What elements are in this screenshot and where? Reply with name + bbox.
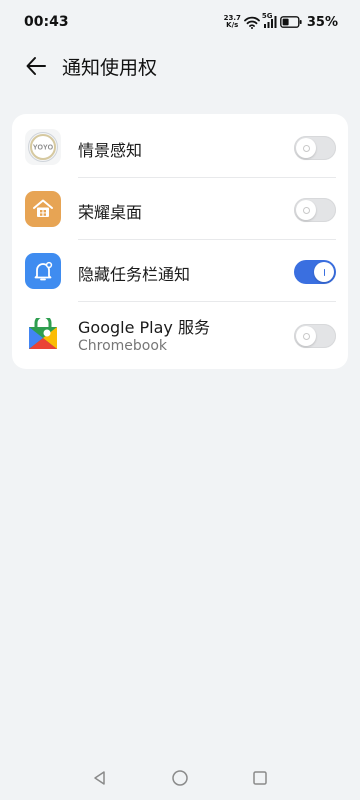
- back-arrow-icon: [26, 57, 46, 75]
- status-bar: 00:43 23.7 K/s 5G 35%: [0, 0, 360, 44]
- google-play-services-icon: [25, 317, 61, 353]
- list-item[interactable]: YOYO 情景感知: [12, 116, 348, 178]
- toggle-knob: [296, 200, 316, 220]
- toggle-knob: [314, 262, 334, 282]
- app-name: 隐藏任务栏通知: [78, 265, 191, 284]
- app-name: 荣耀桌面: [78, 203, 143, 222]
- toggle-knob: [296, 326, 316, 346]
- navigation-bar: [0, 756, 360, 800]
- battery-icon: [279, 16, 302, 28]
- cellular-signal-icon: 5G: [262, 12, 277, 28]
- network-speed-unit: K/s: [226, 21, 239, 29]
- square-recents-icon: [253, 771, 267, 785]
- network-speed: 23.7 K/s: [224, 15, 241, 29]
- app-subtitle: Chromebook: [78, 338, 168, 354]
- svg-text:YOYO: YOYO: [33, 145, 54, 152]
- nav-back-button[interactable]: [90, 768, 110, 788]
- app-name: 情景感知: [78, 141, 143, 160]
- back-button[interactable]: [22, 52, 50, 80]
- app-list-card: YOYO 情景感知 荣耀桌面 隐藏任务栏通知 Google Play 服务 Ch…: [12, 114, 348, 369]
- page-title: 通知使用权: [62, 57, 158, 79]
- home-icon: [25, 191, 61, 227]
- notification-toggle[interactable]: [294, 260, 336, 284]
- circle-home-icon: [172, 770, 188, 786]
- wifi-icon: [243, 16, 260, 29]
- status-icons: 23.7 K/s 5G 35%: [224, 12, 338, 30]
- list-item[interactable]: Google Play 服务 Chromebook: [12, 302, 348, 368]
- notification-toggle[interactable]: [294, 136, 336, 160]
- nav-home-button[interactable]: [170, 768, 190, 788]
- yoyo-icon: YOYO: [25, 129, 61, 165]
- network-type-label: 5G: [261, 12, 273, 20]
- battery-percentage: 35%: [306, 14, 338, 30]
- triangle-back-icon: [94, 771, 105, 785]
- toggle-knob: [296, 138, 316, 158]
- list-item[interactable]: 荣耀桌面: [12, 178, 348, 240]
- notification-toggle[interactable]: [294, 324, 336, 348]
- header: 通知使用权: [0, 44, 360, 88]
- bell-icon: [25, 253, 61, 289]
- app-name: Google Play 服务: [78, 318, 210, 337]
- notification-toggle[interactable]: [294, 198, 336, 222]
- list-item[interactable]: 隐藏任务栏通知: [12, 240, 348, 302]
- status-time: 00:43: [24, 14, 69, 30]
- nav-recents-button[interactable]: [250, 768, 270, 788]
